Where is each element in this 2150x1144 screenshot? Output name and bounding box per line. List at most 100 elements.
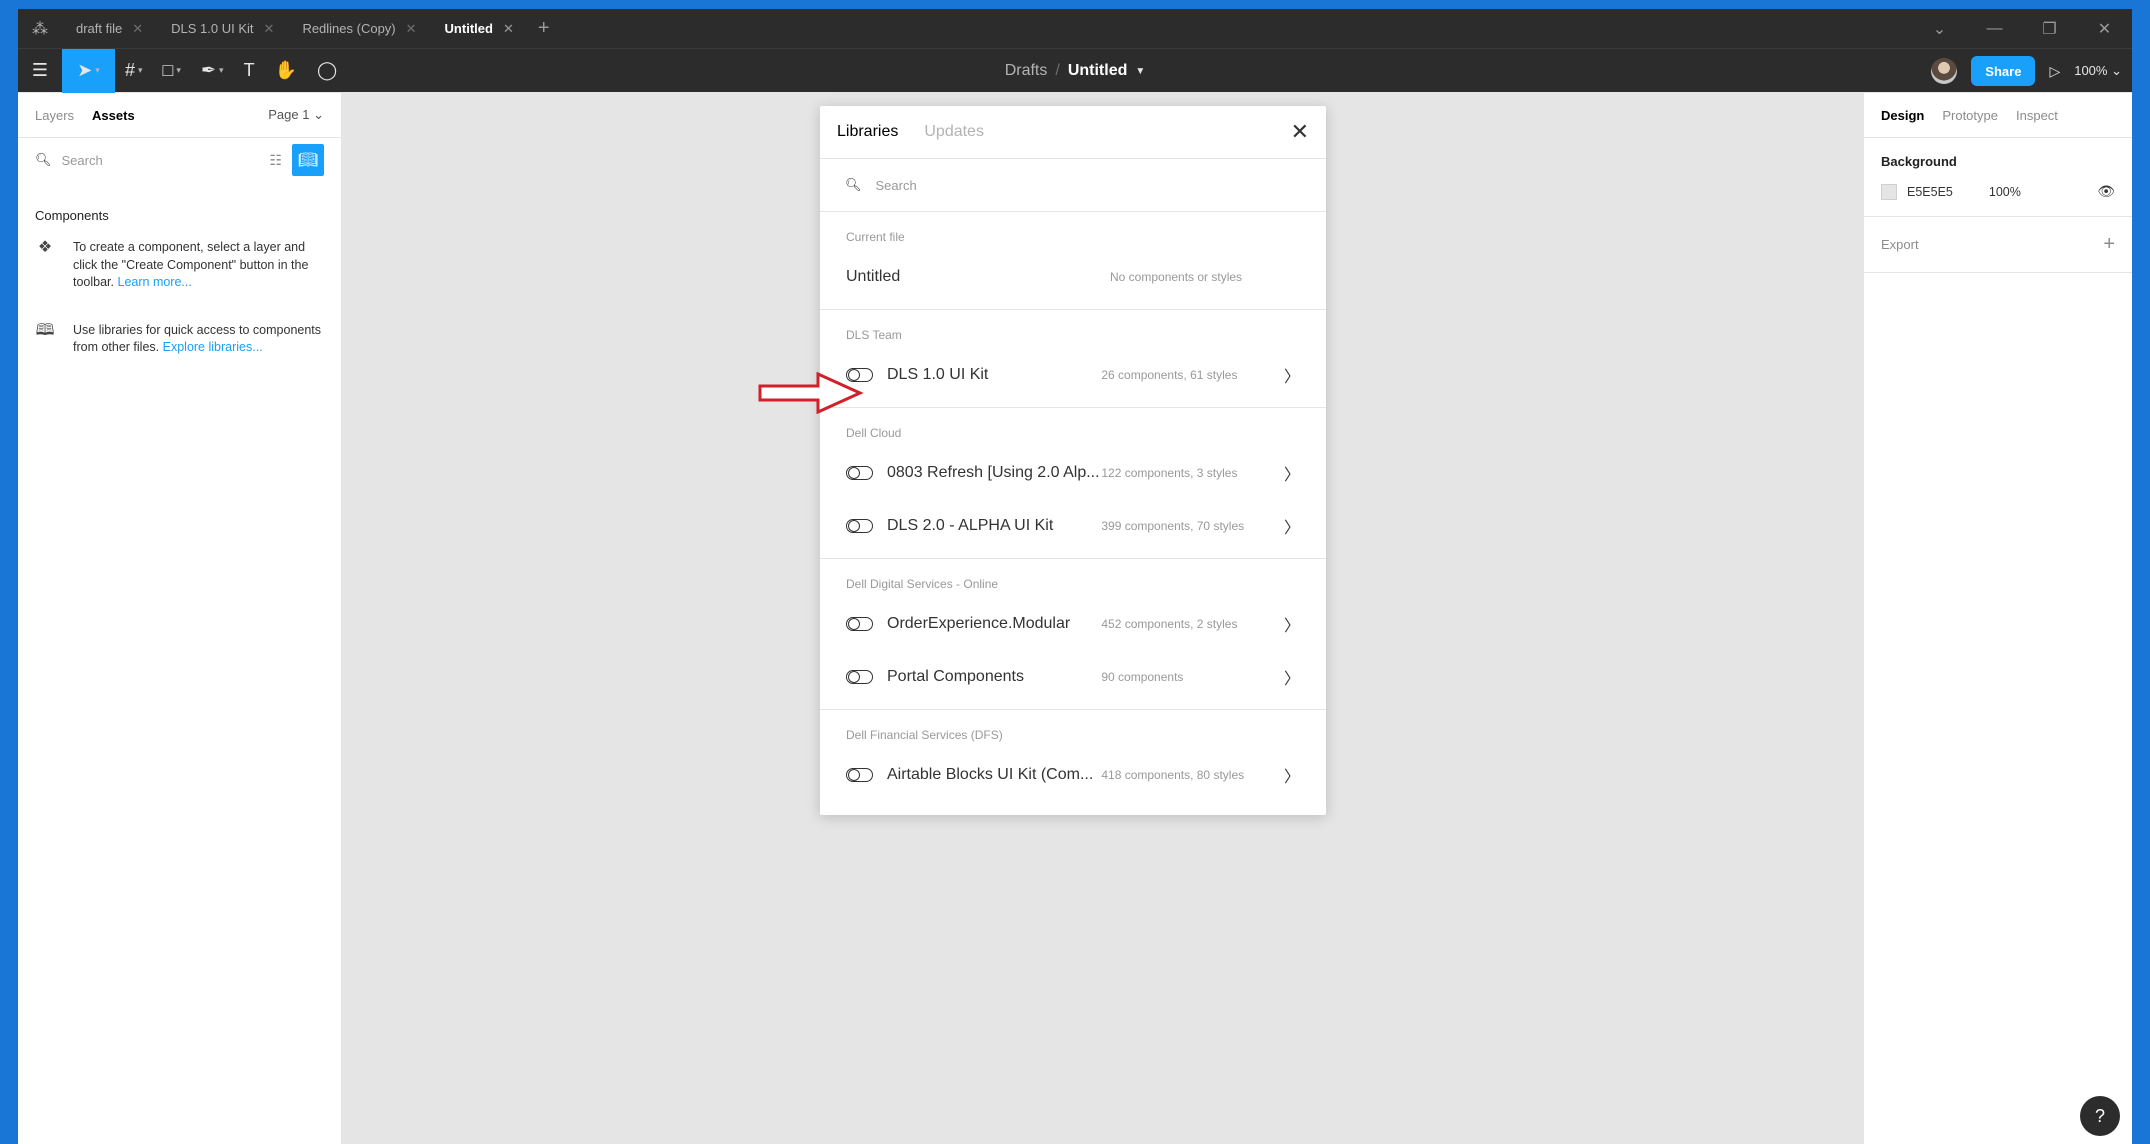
section-title: Dell Digital Services - Online xyxy=(846,577,999,591)
close-icon[interactable]: ✕ xyxy=(406,21,417,37)
breadcrumb-drafts[interactable]: Drafts xyxy=(1005,62,1048,80)
library-toggle[interactable] xyxy=(846,518,873,533)
present-play-icon[interactable]: ▷ xyxy=(2049,63,2060,80)
tab-assets[interactable]: Assets xyxy=(92,108,135,123)
hand-tool-button[interactable]: ✋ xyxy=(265,49,307,93)
new-tab-plus-icon[interactable]: + xyxy=(528,17,560,40)
tab-prototype[interactable]: Prototype xyxy=(1942,108,1998,123)
left-panel-tabs: Layers Assets Page 1 ⌄ xyxy=(18,93,341,138)
chevron-down-icon[interactable]: ▼ xyxy=(1135,66,1145,77)
file-name[interactable]: Untitled xyxy=(1068,62,1128,80)
color-swatch[interactable] xyxy=(1881,183,1897,200)
tab-libraries[interactable]: Libraries xyxy=(837,123,898,141)
close-icon[interactable]: ✕ xyxy=(503,21,514,37)
shape-tool-button[interactable]: □ ▾ xyxy=(153,49,191,93)
page-selector[interactable]: Page 1 ⌄ xyxy=(268,107,324,123)
library-name: DLS 1.0 UI Kit xyxy=(887,365,989,383)
library-row[interactable]: Portal Components 90 components 〉 xyxy=(820,650,1326,703)
tab-draft-file[interactable]: draft file ✕ xyxy=(62,9,157,48)
chevron-down-icon: ⌄ xyxy=(2111,63,2122,78)
components-heading: Components xyxy=(35,208,109,223)
chevron-right-icon[interactable]: 〉 xyxy=(1284,665,1300,689)
background-hex-input[interactable]: E5E5E5 xyxy=(1907,185,1953,199)
share-button[interactable]: Share xyxy=(1971,56,2036,86)
eye-icon[interactable]: 👁︎ xyxy=(2097,183,2115,200)
background-opacity-input[interactable]: 100% xyxy=(1989,185,2021,199)
chevron-down-icon: ▾ xyxy=(176,65,181,75)
list-view-icon[interactable]: ☷ xyxy=(269,152,282,169)
left-panel: Layers Assets Page 1 ⌄ 🔍︎ Search ☷ 📖︎ Co… xyxy=(18,93,342,1144)
chevron-right-icon[interactable]: 〉 xyxy=(1284,763,1300,787)
section-title: DLS Team xyxy=(846,328,902,342)
explore-libraries-link[interactable]: Explore libraries... xyxy=(163,340,263,354)
window-close-icon[interactable]: ✕ xyxy=(2077,19,2132,39)
pen-tool-button[interactable]: ✒ ▾ xyxy=(191,49,234,93)
learn-more-link[interactable]: Learn more... xyxy=(118,275,192,289)
chevron-down-icon: ⌄ xyxy=(313,107,324,122)
library-row[interactable]: 0803 Refresh [Using 2.0 Alp... 122 compo… xyxy=(820,446,1326,499)
chevron-right-icon[interactable]: 〉 xyxy=(1284,363,1300,387)
tab-label: DLS 1.0 UI Kit xyxy=(171,21,254,36)
library-name: Airtable Blocks UI Kit (Com... xyxy=(887,765,1094,783)
close-icon[interactable]: ✕ xyxy=(1291,119,1309,145)
tab-design[interactable]: Design xyxy=(1881,108,1924,123)
text-tool-button[interactable]: T xyxy=(234,49,265,93)
tab-label: draft file xyxy=(76,21,123,36)
rectangle-icon: □ xyxy=(162,60,174,80)
library-row[interactable]: DLS 1.0 UI Kit 26 components, 61 styles … xyxy=(820,348,1326,401)
section-title: Current file xyxy=(846,230,905,244)
avatar[interactable] xyxy=(1931,58,1958,84)
section-dls-team: DLS Team DLS 1.0 UI Kit 26 components, 6… xyxy=(820,310,1326,408)
comment-tool-button[interactable]: ◯ xyxy=(307,49,347,93)
tab-dls-ui-kit[interactable]: DLS 1.0 UI Kit ✕ xyxy=(157,9,288,48)
chevron-down-icon[interactable]: ⌄ xyxy=(1912,19,1967,39)
chevron-right-icon[interactable]: 〉 xyxy=(1284,612,1300,636)
library-toggle[interactable] xyxy=(846,616,873,631)
zoom-dropdown[interactable]: 100% ⌄ xyxy=(2074,63,2122,79)
component-icon: ❖ xyxy=(37,239,53,256)
library-name: 0803 Refresh [Using 2.0 Alp... xyxy=(887,463,1100,481)
chevron-right-icon[interactable]: 〉 xyxy=(1284,514,1300,538)
modal-header: Libraries Updates ✕ xyxy=(820,106,1326,159)
library-row[interactable]: Airtable Blocks UI Kit (Com... 418 compo… xyxy=(820,748,1326,801)
tab-layers[interactable]: Layers xyxy=(35,108,74,123)
create-component-hint: ❖ To create a component, select a layer … xyxy=(18,233,341,298)
add-export-plus-icon[interactable]: + xyxy=(2103,233,2115,256)
close-icon[interactable]: ✕ xyxy=(264,21,275,37)
library-search[interactable]: 🔍︎ Search xyxy=(820,159,1326,212)
background-heading: Background xyxy=(1881,154,1957,169)
chevron-right-icon[interactable]: 〉 xyxy=(1284,461,1300,485)
minimize-icon[interactable]: — xyxy=(1967,20,2022,38)
library-meta: No components or styles xyxy=(1110,269,1243,284)
search-placeholder: Search xyxy=(875,177,917,193)
restore-icon[interactable]: ❐ xyxy=(2022,19,2077,39)
book-icon: 🕮 xyxy=(35,321,55,339)
close-icon[interactable]: ✕ xyxy=(132,21,143,37)
chevron-down-icon: ▾ xyxy=(138,65,143,75)
cursor-icon: ➤ xyxy=(77,60,93,80)
search-icon: 🔍︎ xyxy=(35,152,52,167)
section-dell-cloud: Dell Cloud 0803 Refresh [Using 2.0 Alp..… xyxy=(820,408,1326,559)
library-row[interactable]: OrderExperience.Modular 452 components, … xyxy=(820,597,1326,650)
library-name: Portal Components xyxy=(887,667,1024,685)
help-button[interactable]: ? xyxy=(2080,1096,2120,1136)
figma-logo-icon[interactable]: ⁂ xyxy=(18,9,62,48)
tab-inspect[interactable]: Inspect xyxy=(2016,108,2058,123)
move-tool-button[interactable]: ➤ ▾ xyxy=(62,48,115,93)
library-meta: 122 components, 3 styles xyxy=(1101,465,1238,480)
section-title: Dell Cloud xyxy=(846,426,902,440)
tab-updates[interactable]: Updates xyxy=(924,123,984,141)
library-row: Untitled No components or styles xyxy=(820,250,1326,303)
background-section: Background E5E5E5 100% 👁︎ xyxy=(1864,138,2132,217)
frame-tool-button[interactable]: # ▾ xyxy=(115,49,153,93)
library-toggle[interactable] xyxy=(846,669,873,684)
assets-search[interactable]: 🔍︎ Search ☷ 📖︎ xyxy=(18,138,341,182)
team-library-button[interactable]: 📖︎ xyxy=(292,144,324,176)
library-toggle[interactable] xyxy=(846,767,873,782)
library-toggle[interactable] xyxy=(846,465,873,480)
library-name: OrderExperience.Modular xyxy=(887,614,1071,632)
main-menu-icon[interactable]: ☰ xyxy=(18,49,62,93)
tab-redlines-copy[interactable]: Redlines (Copy) ✕ xyxy=(288,9,430,48)
tab-untitled[interactable]: Untitled ✕ xyxy=(431,9,528,48)
library-row[interactable]: DLS 2.0 - ALPHA UI Kit 399 components, 7… xyxy=(820,499,1326,552)
